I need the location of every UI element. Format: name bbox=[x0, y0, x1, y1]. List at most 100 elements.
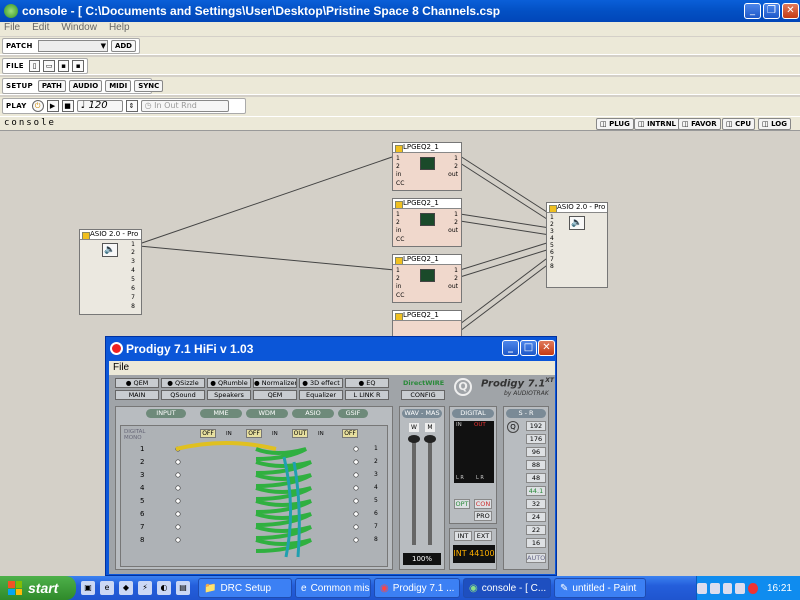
rate-16-button[interactable]: 16 bbox=[526, 538, 546, 548]
config-button[interactable]: CONFIG bbox=[401, 390, 445, 400]
eq-toggle[interactable]: ● EQ bbox=[345, 378, 389, 388]
rate-48-button[interactable]: 48 bbox=[526, 473, 546, 483]
console-title-bar[interactable]: console - [ C:\Documents and Settings\Us… bbox=[0, 0, 800, 22]
cpu-button[interactable]: ◫ CPU bbox=[722, 118, 756, 130]
main-button[interactable]: MAIN bbox=[115, 390, 159, 400]
menu-edit[interactable]: Edit bbox=[32, 22, 49, 36]
prodigy-window[interactable]: Prodigy 7.1 HiFi v 1.03 _ □ ✕ File ● QEM… bbox=[105, 336, 557, 576]
start-button[interactable]: start bbox=[0, 576, 76, 600]
speakers-button[interactable]: Speakers bbox=[207, 390, 251, 400]
asio-input-module[interactable]: ASIO 2.0 - Pro 🔈 1 2 3 4 5 6 7 8 bbox=[79, 229, 142, 315]
patch-select[interactable] bbox=[37, 40, 108, 52]
save-as-icon[interactable]: ▪ bbox=[72, 60, 84, 72]
console-icon: ◉ bbox=[469, 582, 478, 594]
qsizzle-toggle[interactable]: ● QSizzle bbox=[161, 378, 205, 388]
rate-44-1-button[interactable]: 44.1 bbox=[526, 486, 546, 496]
task-prodigy[interactable]: ◉ Prodigy 7.1 ... bbox=[374, 578, 460, 598]
pin-label: 3 bbox=[131, 258, 135, 265]
qem-toggle[interactable]: ● QEM bbox=[115, 378, 159, 388]
task-paint[interactable]: ✎ untitled - Paint bbox=[554, 578, 646, 598]
wav-fader-knob[interactable] bbox=[408, 435, 420, 443]
pin-label: out bbox=[448, 283, 458, 290]
menu-help[interactable]: Help bbox=[109, 22, 130, 36]
favor-button[interactable]: ◫ FAVOR bbox=[678, 118, 721, 130]
power-icon[interactable]: ⏻ bbox=[31, 100, 44, 112]
qrumble-toggle[interactable]: ● QRumble bbox=[207, 378, 251, 388]
master-fader-knob[interactable] bbox=[424, 435, 436, 443]
prodigy-title: Prodigy 7.1 HiFi v 1.03 bbox=[126, 342, 254, 356]
menu-window[interactable]: Window bbox=[61, 22, 97, 36]
quicklaunch-icon[interactable]: ◐ bbox=[157, 581, 171, 595]
tempo-field[interactable]: ♩ 120 bbox=[76, 100, 123, 112]
prodigy-tray-icon[interactable] bbox=[748, 582, 758, 594]
ext-button[interactable]: EXT bbox=[474, 531, 492, 541]
prodigy-maximize-button[interactable]: □ bbox=[520, 340, 537, 356]
equalizer-button[interactable]: Equalizer bbox=[299, 390, 343, 400]
log-button[interactable]: ◫ LOG bbox=[758, 118, 791, 130]
browser-icon[interactable]: e bbox=[100, 581, 114, 595]
tray-icon[interactable] bbox=[722, 582, 733, 594]
path-button[interactable]: PATH bbox=[37, 80, 66, 92]
maximize-button[interactable]: ❐ bbox=[763, 3, 780, 19]
qsound-button[interactable]: QSound bbox=[161, 390, 205, 400]
midi-button[interactable]: MIDI bbox=[105, 80, 132, 92]
rate-22-button[interactable]: 22 bbox=[526, 525, 546, 535]
play-icon[interactable]: ▶ bbox=[46, 100, 59, 112]
sync-button[interactable]: SYNC bbox=[134, 80, 164, 92]
new-file-icon[interactable]: ▯ bbox=[28, 60, 41, 72]
minimize-button[interactable]: _ bbox=[744, 3, 761, 19]
3d-effect-toggle[interactable]: ● 3D effect bbox=[299, 378, 343, 388]
stop-icon[interactable]: ■ bbox=[61, 100, 74, 112]
wav-fader-track[interactable] bbox=[412, 437, 416, 545]
lpgeq-module[interactable]: LPGEQ2_1 1 2 in CC 1 2 out bbox=[392, 142, 462, 191]
pin-label: 1 bbox=[454, 155, 458, 162]
save-file-icon[interactable]: ▪ bbox=[57, 60, 70, 72]
prodigy-menu-file[interactable]: File bbox=[113, 362, 129, 373]
rate-88-button[interactable]: 88 bbox=[526, 460, 546, 470]
quicklaunch-icon[interactable]: ⚡ bbox=[138, 581, 152, 595]
open-file-icon[interactable]: ▭ bbox=[43, 60, 55, 72]
prodigy-title-bar[interactable]: Prodigy 7.1 HiFi v 1.03 _ □ ✕ bbox=[106, 337, 556, 361]
pro-button[interactable]: PRO bbox=[474, 511, 492, 521]
master-fader-track[interactable] bbox=[428, 437, 432, 545]
show-desktop-icon[interactable]: ▣ bbox=[81, 581, 95, 595]
prodigy-minimize-button[interactable]: _ bbox=[502, 340, 519, 356]
audio-button[interactable]: AUDIO bbox=[68, 80, 103, 92]
task-drc-setup[interactable]: 📁 DRC Setup bbox=[198, 578, 292, 598]
quicklaunch-icon[interactable]: ◆ bbox=[119, 581, 133, 595]
prodigy-icon: ◉ bbox=[380, 582, 389, 594]
tray-icon[interactable] bbox=[735, 582, 746, 594]
quicklaunch-icon[interactable]: ▤ bbox=[176, 581, 190, 595]
rate-176-button[interactable]: 176 bbox=[526, 434, 546, 444]
intrnl-button[interactable]: ◫ INTRNL bbox=[634, 118, 681, 130]
tray-icon[interactable] bbox=[696, 582, 707, 594]
prodigy-close-button[interactable]: ✕ bbox=[538, 340, 555, 356]
link-button[interactable]: L LINK R bbox=[345, 390, 389, 400]
rate-192-button[interactable]: 192 bbox=[526, 421, 546, 431]
in-out-rnd-field[interactable]: ◷ In Out Rnd bbox=[140, 100, 229, 112]
task-common-mis[interactable]: eCommon mis... bbox=[295, 578, 371, 598]
asio-output-module[interactable]: ASIO 2.0 - Pro 🔈 1 2 3 4 5 6 7 8 bbox=[546, 202, 608, 288]
opt-button[interactable]: OPT bbox=[454, 499, 470, 509]
rate-24-button[interactable]: 24 bbox=[526, 512, 546, 522]
rate-32-button[interactable]: 32 bbox=[526, 499, 546, 509]
plug-button[interactable]: ◫ PLUG bbox=[596, 118, 634, 130]
lpgeq-module[interactable]: LPGEQ2_1 1 2 in CC 1 2 out bbox=[392, 198, 462, 247]
int-button[interactable]: INT bbox=[454, 531, 472, 541]
tray-icon[interactable] bbox=[709, 582, 720, 594]
tempo-spinner-icon[interactable]: ⇕ bbox=[125, 100, 138, 112]
lpgeq-module[interactable]: LPGEQ2_1 1 2 in CC 1 2 out bbox=[392, 254, 462, 303]
menu-file[interactable]: File bbox=[4, 22, 20, 36]
digital-panel: DIGITAL IN OUT L R L R OPT CON PRO bbox=[449, 406, 497, 524]
sample-rate-panel: S - R Q 192 176 96 88 48 44.1 32 24 22 1… bbox=[503, 406, 549, 570]
con-button[interactable]: CON bbox=[474, 499, 492, 509]
add-button[interactable]: ADD bbox=[110, 40, 136, 52]
close-button[interactable]: ✕ bbox=[782, 3, 799, 19]
pin-label: 1 bbox=[396, 267, 400, 274]
normalizer-toggle[interactable]: ● Normalizer bbox=[253, 378, 297, 388]
auto-button[interactable]: AUTO bbox=[526, 553, 546, 563]
task-console[interactable]: ◉ console - [ C... bbox=[463, 578, 551, 598]
rate-96-button[interactable]: 96 bbox=[526, 447, 546, 457]
qem-button[interactable]: QEM bbox=[253, 390, 297, 400]
pin-label: CC bbox=[396, 236, 405, 243]
